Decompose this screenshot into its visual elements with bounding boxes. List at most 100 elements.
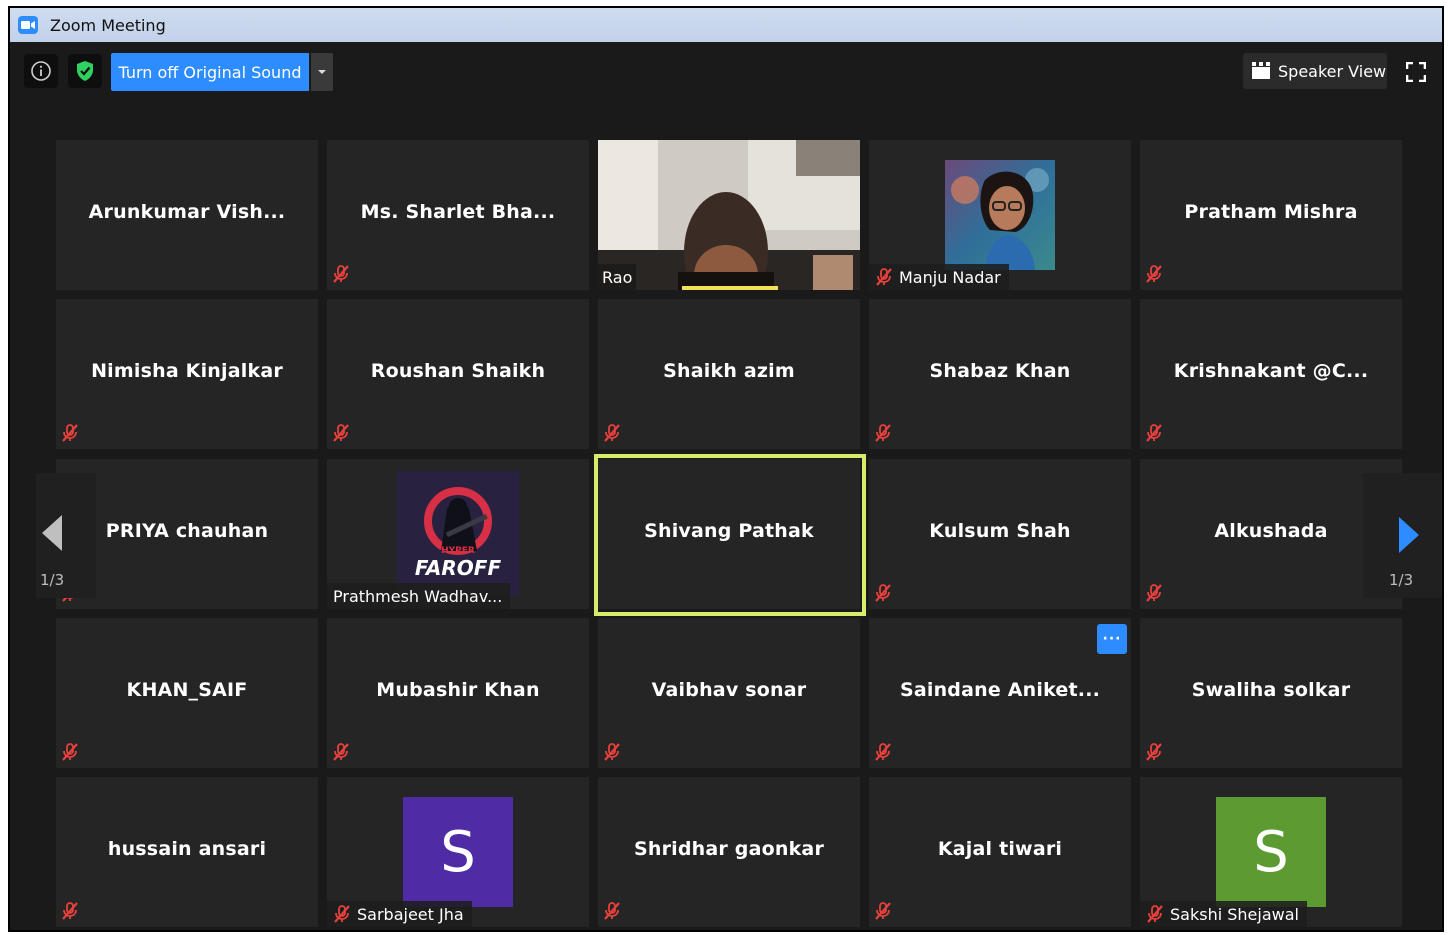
participant-name: Shabaz Khan bbox=[929, 360, 1071, 382]
participant-tile[interactable]: HYPER FAROFF Prathmesh Wadhav... bbox=[327, 459, 589, 609]
participant-name: Ms. Sharlet Bha... bbox=[360, 201, 556, 223]
participant-tile[interactable]: Pratham Mishra bbox=[1140, 140, 1402, 290]
participant-tile[interactable]: Saindane Aniket... ··· bbox=[869, 618, 1131, 768]
muted-mic-icon bbox=[61, 423, 79, 443]
previous-page-button[interactable]: 1/3 bbox=[36, 473, 96, 598]
fullscreen-icon bbox=[1406, 62, 1426, 82]
participant-tile[interactable]: Shaikh azim bbox=[598, 299, 860, 449]
participant-tile[interactable]: S Sakshi Shejawal bbox=[1140, 777, 1402, 927]
participant-name: Shivang Pathak bbox=[644, 520, 814, 542]
participant-name: Swaliha solkar bbox=[1191, 679, 1351, 701]
muted-mic-icon bbox=[61, 742, 79, 762]
participant-name: Shaikh azim bbox=[663, 360, 795, 382]
participant-name: Kajal tiwari bbox=[937, 838, 1063, 860]
muted-mic-icon bbox=[332, 742, 350, 762]
participant-tile[interactable]: Kulsum Shah bbox=[869, 459, 1131, 609]
participant-tile[interactable]: Shabaz Khan bbox=[869, 299, 1131, 449]
participant-name: Pratham Mishra bbox=[1184, 201, 1358, 223]
participant-label: Prathmesh Wadhav... bbox=[327, 583, 511, 609]
meeting-toolbar: Turn off Original Sound Speaker View bbox=[10, 42, 1442, 104]
more-options-button[interactable]: ··· bbox=[1097, 624, 1127, 654]
participant-name: Kulsum Shah bbox=[929, 520, 1071, 542]
participant-tile[interactable]: Swaliha solkar bbox=[1140, 618, 1402, 768]
page-indicator-left: 1/3 bbox=[40, 571, 65, 589]
participant-tile[interactable]: Vaibhav sonar bbox=[598, 618, 860, 768]
next-page-button[interactable]: 1/3 bbox=[1363, 473, 1442, 598]
participant-name: Shridhar gaonkar bbox=[633, 838, 825, 860]
muted-mic-icon bbox=[874, 742, 892, 762]
page-indicator-right: 1/3 bbox=[1389, 571, 1414, 589]
sound-options-dropdown[interactable] bbox=[311, 53, 333, 91]
video-feed bbox=[598, 140, 860, 290]
participant-tile[interactable]: Nimisha Kinjalkar bbox=[56, 299, 318, 449]
participant-name: Rao bbox=[602, 267, 633, 287]
muted-mic-icon bbox=[874, 423, 892, 443]
participant-label: Sarbajeet Jha bbox=[327, 901, 472, 927]
speaker-view-label: Speaker View bbox=[1278, 61, 1387, 81]
participant-name: hussain ansari bbox=[107, 838, 267, 860]
participant-tile[interactable]: Shridhar gaonkar bbox=[598, 777, 860, 927]
speaker-view-icon bbox=[1252, 62, 1270, 79]
muted-mic-icon bbox=[333, 904, 351, 924]
participant-tile[interactable]: S Sarbajeet Jha bbox=[327, 777, 589, 927]
participant-tile[interactable]: Manju Nadar bbox=[869, 140, 1131, 290]
gallery-grid: Arunkumar Vish... Ms. Sharlet Bha... Rao Ma… bbox=[10, 8, 1442, 930]
muted-mic-icon bbox=[874, 901, 892, 921]
participant-name: Manju Nadar bbox=[899, 267, 1001, 287]
info-icon bbox=[31, 61, 51, 81]
encryption-button[interactable] bbox=[68, 54, 102, 88]
participant-tile[interactable]: Krishnakant @C... bbox=[1140, 299, 1402, 449]
participant-tile[interactable]: KHAN_SAIF bbox=[56, 618, 318, 768]
participant-name: KHAN_SAIF bbox=[126, 679, 248, 701]
zoom-window: Zoom Meeting Turn off Original Sound Spe… bbox=[8, 6, 1444, 932]
svg-text:FAROFF: FAROFF bbox=[415, 556, 502, 580]
participant-name: Krishnakant @C... bbox=[1173, 360, 1369, 382]
meeting-info-button[interactable] bbox=[24, 54, 58, 88]
avatar: S bbox=[403, 797, 513, 907]
svg-text:HYPER: HYPER bbox=[441, 546, 475, 556]
participant-tile[interactable]: Roushan Shaikh bbox=[327, 299, 589, 449]
muted-mic-icon bbox=[603, 423, 621, 443]
participant-name: Mubashir Khan bbox=[376, 679, 540, 701]
muted-mic-icon bbox=[61, 901, 79, 921]
muted-mic-icon bbox=[874, 583, 892, 603]
participant-name: Roushan Shaikh bbox=[370, 360, 546, 382]
participant-tile[interactable]: Arunkumar Vish... bbox=[56, 140, 318, 290]
original-sound-button[interactable]: Turn off Original Sound bbox=[111, 53, 309, 91]
participant-name: Sakshi Shejawal bbox=[1170, 904, 1299, 924]
muted-mic-icon bbox=[603, 742, 621, 762]
muted-mic-icon bbox=[1146, 904, 1164, 924]
participant-name: Saindane Aniket... bbox=[899, 679, 1101, 701]
chevron-right-icon bbox=[1399, 517, 1419, 553]
fullscreen-button[interactable] bbox=[1404, 60, 1428, 84]
participant-tile[interactable]: Kajal tiwari bbox=[869, 777, 1131, 927]
participant-tile[interactable]: Ms. Sharlet Bha... bbox=[327, 140, 589, 290]
muted-mic-icon bbox=[332, 264, 350, 284]
participant-name: Arunkumar Vish... bbox=[88, 201, 286, 223]
participant-tile[interactable]: Rao bbox=[598, 140, 860, 290]
window-title: Zoom Meeting bbox=[50, 15, 166, 35]
muted-mic-icon bbox=[1145, 264, 1163, 284]
participant-name: Nimisha Kinjalkar bbox=[91, 360, 283, 382]
muted-mic-icon bbox=[875, 267, 893, 287]
participant-label: Manju Nadar bbox=[869, 264, 1009, 290]
participant-tile[interactable]: Mubashir Khan bbox=[327, 618, 589, 768]
shield-check-icon bbox=[77, 61, 93, 81]
participant-label: Rao bbox=[598, 264, 637, 290]
speaking-indicator bbox=[682, 286, 778, 290]
speaker-view-button[interactable]: Speaker View bbox=[1243, 53, 1387, 89]
muted-mic-icon bbox=[1145, 583, 1163, 603]
profile-logo: HYPER FAROFF bbox=[397, 471, 519, 596]
participant-label: Sakshi Shejawal bbox=[1140, 901, 1307, 927]
participant-tile[interactable]: Shivang Pathak bbox=[598, 459, 860, 609]
chevron-down-icon bbox=[318, 70, 326, 74]
participant-tile[interactable]: hussain ansari bbox=[56, 777, 318, 927]
participant-name: Vaibhav sonar bbox=[651, 679, 807, 701]
muted-mic-icon bbox=[603, 901, 621, 921]
participant-name: Sarbajeet Jha bbox=[357, 904, 464, 924]
profile-photo bbox=[945, 160, 1055, 270]
chevron-left-icon bbox=[42, 515, 62, 551]
participant-name: Prathmesh Wadhav... bbox=[333, 586, 503, 606]
zoom-app-icon bbox=[18, 16, 38, 34]
muted-mic-icon bbox=[1145, 423, 1163, 443]
